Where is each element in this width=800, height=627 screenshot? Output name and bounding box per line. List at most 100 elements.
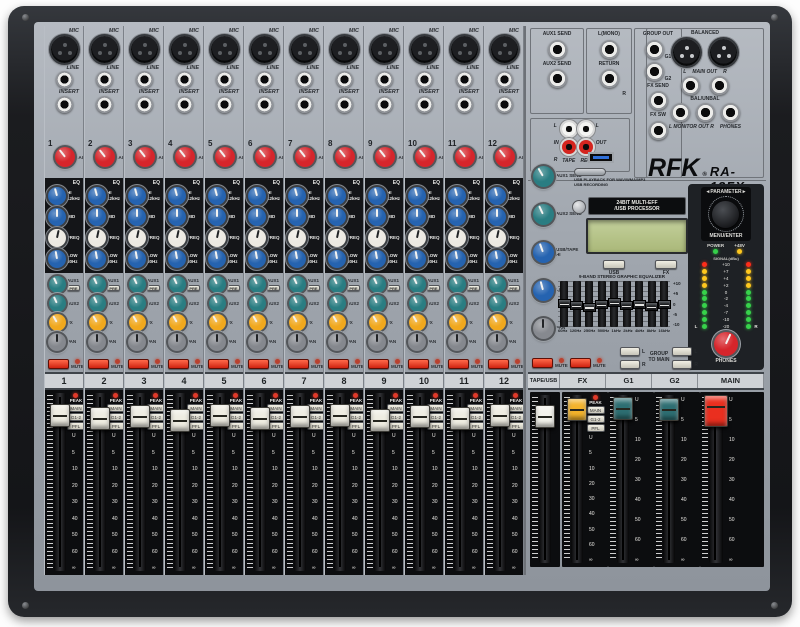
aux1-send-jack[interactable] [548, 40, 567, 59]
mic-xlr-input[interactable] [251, 36, 278, 63]
eq-low-knob[interactable] [368, 250, 386, 268]
channel-fader[interactable] [374, 393, 386, 571]
gain-knob[interactable] [175, 147, 195, 167]
mic-xlr-input[interactable] [91, 36, 118, 63]
line-input[interactable] [456, 71, 473, 88]
aux1-pre-button[interactable]: PRE [267, 285, 280, 291]
eq-mid-knob[interactable] [328, 208, 346, 226]
mic-xlr-input[interactable] [171, 36, 198, 63]
eq-mid-knob[interactable] [488, 208, 506, 226]
aux1-pre-button[interactable]: PRE [67, 285, 80, 291]
aux1-pre-button[interactable]: PRE [467, 285, 480, 291]
eq-mid-knob[interactable] [248, 208, 266, 226]
fx-send-knob[interactable] [329, 314, 346, 331]
channel-fader[interactable] [94, 393, 106, 571]
eq-mid-knob[interactable] [48, 208, 66, 226]
fx-group-assign-button[interactable]: G1-2 [587, 415, 605, 423]
aux1-pre-button[interactable]: PRE [507, 285, 520, 291]
channel-fader[interactable] [454, 393, 466, 571]
aux2-knob[interactable] [49, 295, 66, 312]
balanced-out-r-xlr[interactable] [710, 39, 737, 66]
insert-jack[interactable] [256, 96, 273, 113]
return-l-jack[interactable] [600, 40, 619, 59]
gain-knob[interactable] [495, 147, 515, 167]
insert-jack[interactable] [56, 96, 73, 113]
aux1-knob[interactable] [129, 276, 146, 293]
channel-fader[interactable] [174, 393, 186, 571]
fx-send-knob[interactable] [89, 314, 106, 331]
aux2-knob[interactable] [209, 295, 226, 312]
fx-send-knob[interactable] [129, 314, 146, 331]
usb-mode-button[interactable] [603, 260, 625, 269]
eq-mid-freq-knob[interactable] [168, 229, 186, 247]
group1-to-main-r-button[interactable] [620, 360, 640, 369]
eq-low-knob[interactable] [168, 250, 186, 268]
eq-hi-knob[interactable] [88, 187, 106, 205]
aux2-knob[interactable] [169, 295, 186, 312]
fader-cap[interactable] [50, 404, 70, 427]
fader-cap[interactable] [250, 407, 270, 430]
master-knob-usb-tape-hi[interactable] [533, 242, 554, 263]
gain-knob[interactable] [55, 147, 75, 167]
fx-mode-button[interactable] [655, 260, 677, 269]
phones-level-knob[interactable] [714, 332, 738, 356]
mic-xlr-input[interactable] [51, 36, 78, 63]
eq-mid-freq-knob[interactable] [408, 229, 426, 247]
eq-mid-freq-knob[interactable] [128, 229, 146, 247]
eq-mid-knob[interactable] [168, 208, 186, 226]
fx-mute-button[interactable] [570, 358, 591, 368]
eq-low-knob[interactable] [408, 250, 426, 268]
tape-usb-fader[interactable] [539, 395, 551, 563]
fx-send-knob[interactable] [449, 314, 466, 331]
geq-slider-60Hz[interactable] [560, 281, 568, 327]
eq-hi-knob[interactable] [488, 187, 506, 205]
fader-cap[interactable] [170, 409, 190, 432]
fx-send-knob[interactable] [249, 314, 266, 331]
gain-knob[interactable] [375, 147, 395, 167]
eq-mid-freq-knob[interactable] [288, 229, 306, 247]
eq-mid-knob[interactable] [288, 208, 306, 226]
gain-knob[interactable] [215, 147, 235, 167]
group2-to-main-r-button[interactable] [672, 360, 692, 369]
pan-knob[interactable] [128, 333, 146, 351]
geq-slider-1kHz[interactable] [610, 281, 618, 327]
master-knob-aux1-send[interactable] [533, 166, 554, 187]
fader-cap[interactable] [330, 404, 350, 427]
aux1-pre-button[interactable]: PRE [107, 285, 120, 291]
fx-send-knob[interactable] [489, 314, 506, 331]
insert-jack[interactable] [216, 96, 233, 113]
mute-button[interactable] [88, 359, 109, 369]
fx-send-knob[interactable] [409, 314, 426, 331]
aux1-pre-button[interactable]: PRE [227, 285, 240, 291]
line-input[interactable] [136, 71, 153, 88]
gain-knob[interactable] [415, 147, 435, 167]
fx-pfl-button[interactable]: PFL [587, 424, 605, 432]
eq-hi-knob[interactable] [448, 187, 466, 205]
line-input[interactable] [176, 71, 193, 88]
aux1-pre-button[interactable]: PRE [307, 285, 320, 291]
pan-knob[interactable] [248, 333, 266, 351]
mute-button[interactable] [408, 359, 429, 369]
aux1-pre-button[interactable]: PRE [147, 285, 160, 291]
mic-xlr-input[interactable] [371, 36, 398, 63]
main-out-r-jack[interactable] [710, 76, 729, 95]
fx-send-knob[interactable] [289, 314, 306, 331]
fx-send-knob[interactable] [169, 314, 186, 331]
insert-jack[interactable] [136, 96, 153, 113]
aux1-knob[interactable] [489, 276, 506, 293]
fx-send-knob[interactable] [209, 314, 226, 331]
aux1-knob[interactable] [209, 276, 226, 293]
aux1-knob[interactable] [89, 276, 106, 293]
eq-low-knob[interactable] [128, 250, 146, 268]
line-input[interactable] [256, 71, 273, 88]
rec-out-l-rca[interactable] [579, 122, 593, 136]
balanced-out-l-xlr[interactable] [673, 39, 700, 66]
eq-low-knob[interactable] [328, 250, 346, 268]
main-fader[interactable] [709, 395, 723, 563]
channel-fader[interactable] [494, 393, 506, 571]
gain-knob[interactable] [455, 147, 475, 167]
channel-fader[interactable] [414, 393, 426, 571]
tape-in-r-rca[interactable] [562, 140, 576, 154]
pan-knob[interactable] [48, 333, 66, 351]
gain-knob[interactable] [335, 147, 355, 167]
